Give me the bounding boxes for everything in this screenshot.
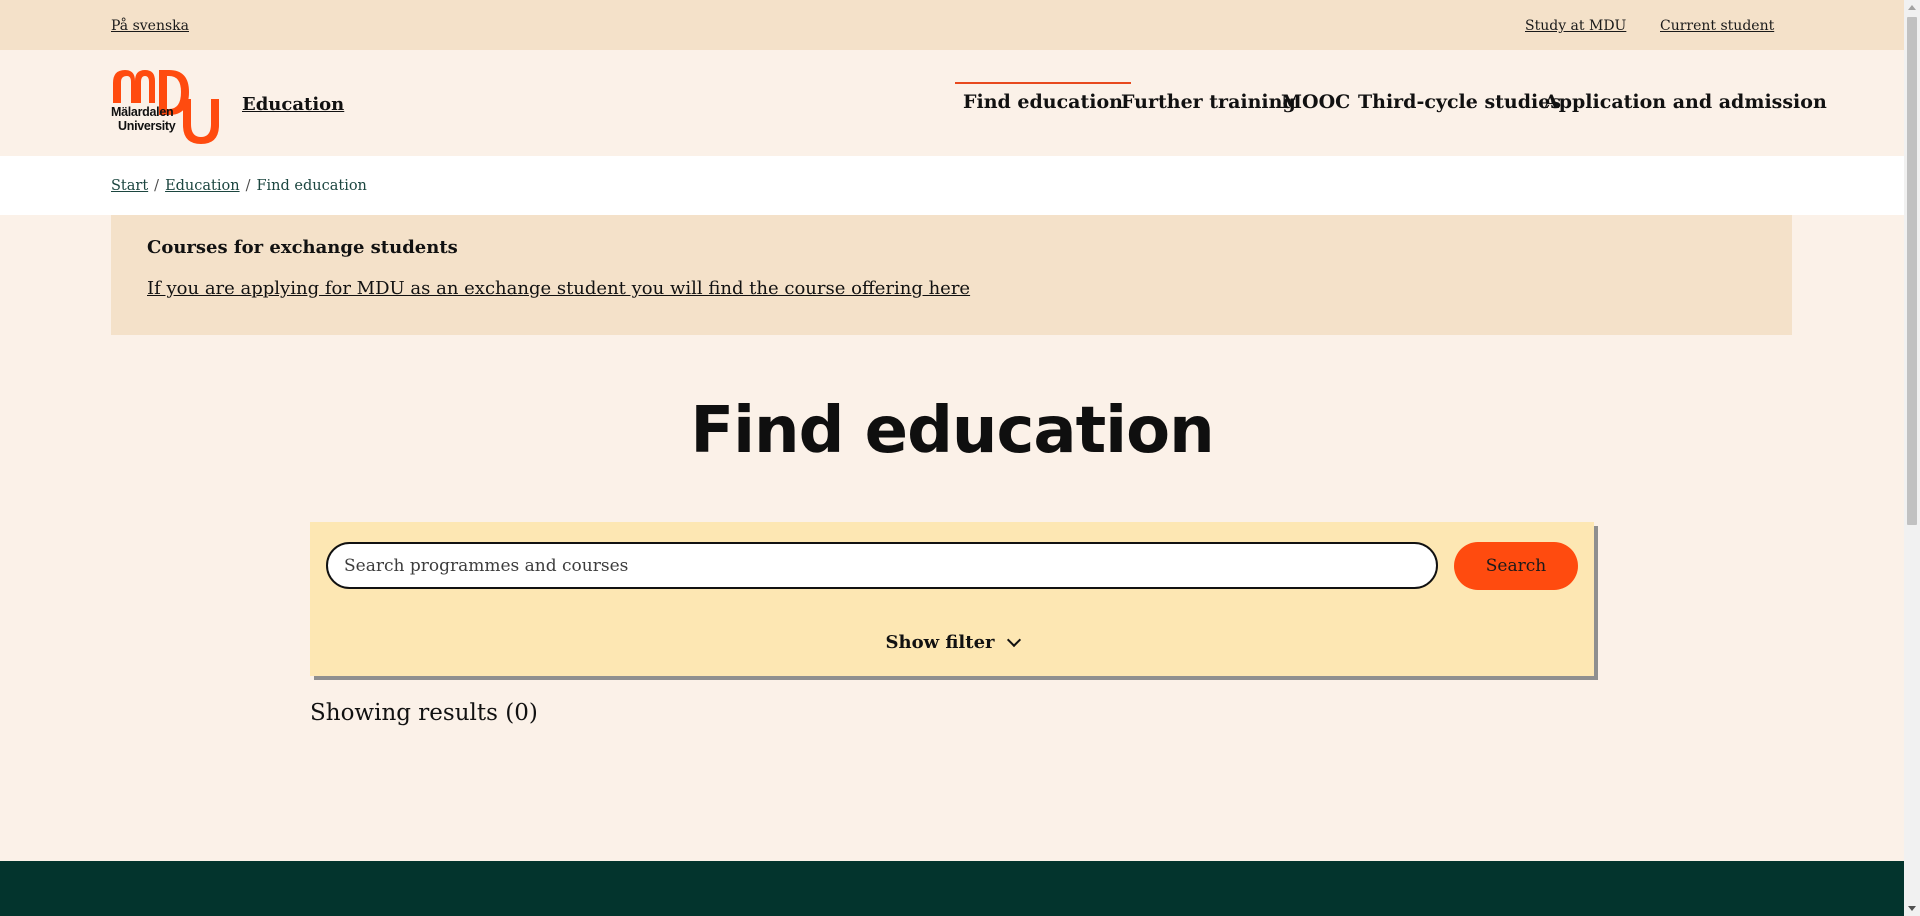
chevron-down-icon [1006,632,1021,648]
search-input[interactable] [326,542,1438,589]
mdu-logo[interactable]: Mälardalen University [111,69,227,144]
breadcrumb-education-link[interactable]: Education [165,178,240,194]
nav-application-admission[interactable]: Application and admission [1544,82,1827,122]
breadcrumb: Start / Education / Find education [0,156,1904,215]
page: På svenska Study at MDU Current student … [0,0,1904,916]
breadcrumb-start-link[interactable]: Start [111,178,148,194]
logo-wordmark: Mälardalen University [111,105,176,133]
nav-mooc[interactable]: MOOC [1281,82,1350,122]
search-button[interactable]: Search [1454,542,1578,590]
scroll-up-arrow-icon[interactable] [1908,5,1916,10]
site-footer [0,861,1904,916]
site-header: Mälardalen University Education Find edu… [0,50,1904,156]
nav-find-education[interactable]: Find education [955,82,1131,122]
nav-further-training[interactable]: Further training [1121,82,1296,122]
show-filter-label: Show filter [885,632,995,653]
show-filter-toggle[interactable]: Show filter [310,632,1594,653]
exchange-courses-link[interactable]: If you are applying for MDU as an exchan… [147,278,970,299]
study-at-mdu-link[interactable]: Study at MDU [1525,18,1626,34]
results-count: Showing results (0) [310,700,538,726]
breadcrumb-trail: Start / Education / Find education [111,178,367,194]
language-switch-link[interactable]: På svenska [111,18,189,34]
scroll-down-arrow-icon[interactable] [1908,906,1916,911]
breadcrumb-separator: / [154,178,160,194]
utility-bar: På svenska Study at MDU Current student [0,0,1904,50]
notice-heading: Courses for exchange students [147,237,458,258]
nav-third-cycle-studies[interactable]: Third-cycle studies [1358,82,1561,122]
breadcrumb-current: Find education [256,178,367,194]
logo-wordmark-line2: University [118,119,176,133]
breadcrumb-separator: / [245,178,251,194]
exchange-notice: Courses for exchange students If you are… [111,215,1792,335]
vertical-scrollbar[interactable] [1904,0,1920,916]
site-title-link[interactable]: Education [242,94,344,115]
page-title: Find education [690,394,1214,468]
scrollbar-thumb[interactable] [1907,17,1917,525]
search-panel: Search Show filter [310,522,1594,676]
logo-wordmark-line1: Mälardalen [111,105,174,119]
current-student-link[interactable]: Current student [1660,18,1774,34]
